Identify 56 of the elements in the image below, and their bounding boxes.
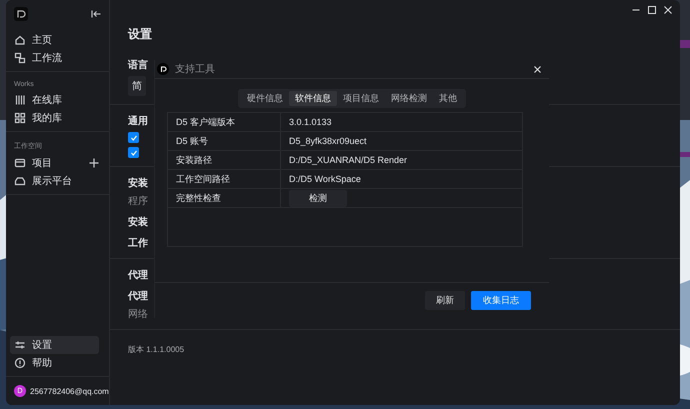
tab[interactable]: 项目信息 xyxy=(337,91,385,106)
sidebar-item[interactable]: 展示平台 xyxy=(10,172,99,190)
tab[interactable]: 网络检测 xyxy=(385,91,433,106)
setting-heading: 代理 xyxy=(128,268,148,282)
tray-icon xyxy=(14,175,26,187)
setting-heading: 安装 xyxy=(128,215,148,229)
sidebar-item[interactable]: 设置 xyxy=(10,336,99,354)
setting-description: 网络 xyxy=(128,308,148,321)
table-cell: D:/D5 WorkSpace xyxy=(289,174,361,184)
check-button[interactable]: 检测 xyxy=(289,190,347,207)
table-cell: 工作空间路径 xyxy=(176,172,230,186)
tab[interactable]: 其他 xyxy=(433,91,463,106)
setting-heading: 代理 xyxy=(128,290,148,303)
checkbox[interactable] xyxy=(128,132,139,143)
folder-icon xyxy=(14,157,26,169)
sidebar-item[interactable]: 主页 xyxy=(10,31,99,49)
library-icon xyxy=(14,94,26,106)
close-icon[interactable] xyxy=(664,6,672,14)
home-icon xyxy=(14,34,26,46)
table-cell: D5 客户端版本 xyxy=(176,116,236,129)
sidebar-item[interactable]: 在线库 xyxy=(10,91,99,109)
table-cell: D5_8yfk38xr09uect xyxy=(289,136,367,146)
workflow-icon xyxy=(14,52,26,64)
checkbox[interactable] xyxy=(128,147,139,158)
page-title: 设置 xyxy=(126,26,153,43)
table-cell: D:/D5_XUANRAN/D5 Render xyxy=(289,155,408,166)
sidebar-item[interactable]: 我的库 xyxy=(10,109,99,127)
table-cell: 3.0.1.0133 xyxy=(289,117,332,128)
setting-heading: 安装 xyxy=(128,176,148,190)
app-logo[interactable] xyxy=(14,7,28,21)
grid-icon xyxy=(14,112,26,124)
maximize-icon[interactable] xyxy=(648,6,656,14)
app-logo xyxy=(157,63,169,76)
language-select[interactable]: 简 xyxy=(128,76,146,96)
setting-heading: 通用 xyxy=(128,114,148,128)
sidebar-item[interactable]: 帮助 xyxy=(10,354,99,372)
help-icon xyxy=(14,357,26,369)
version-text: 版本 1.1.1.0005 xyxy=(128,344,184,355)
sidebar-item[interactable]: 工作流 xyxy=(10,49,99,67)
refresh-button[interactable]: 刷新 xyxy=(425,291,465,310)
dialog-title: 支持工具 xyxy=(175,62,216,76)
sidebar-item[interactable]: 项目 xyxy=(10,154,89,172)
setting-heading: 工作 xyxy=(128,236,148,250)
close-icon[interactable] xyxy=(534,66,541,73)
tab[interactable]: 软件信息 xyxy=(289,91,337,106)
table-cell: 完整性检查 xyxy=(176,192,221,205)
add-icon[interactable] xyxy=(89,158,99,168)
table-cell: 安装路径 xyxy=(176,154,212,167)
collapse-sidebar-icon[interactable] xyxy=(91,10,101,18)
collect-logs-button[interactable]: 收集日志 xyxy=(471,291,531,310)
setting-heading: 语言 xyxy=(128,58,148,72)
table-cell: D5 账号 xyxy=(176,134,208,148)
sliders-icon xyxy=(14,339,26,351)
user-email: 2567782406@qq.com xyxy=(30,386,109,396)
tab[interactable]: 硬件信息 xyxy=(241,91,289,106)
setting-description: 程序 xyxy=(128,194,148,208)
